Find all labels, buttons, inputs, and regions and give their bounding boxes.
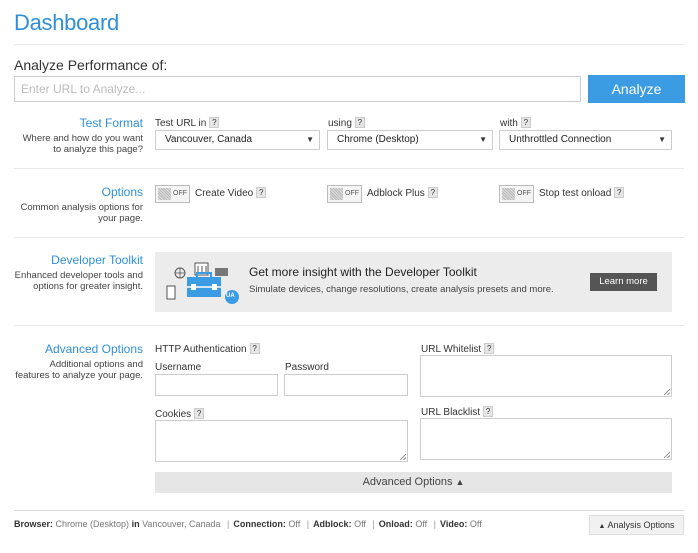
test-format-label: Test Format Where and how do you want to…: [14, 116, 143, 155]
section-divider: [14, 237, 684, 238]
analyze-label: Analyze Performance of:: [14, 57, 168, 73]
username-input[interactable]: [155, 374, 278, 396]
help-icon[interactable]: ?: [427, 187, 438, 198]
options-title: Options: [101, 185, 143, 199]
help-icon[interactable]: ?: [194, 408, 205, 419]
toolkit-subtext: Simulate devices, change resolutions, cr…: [249, 284, 554, 295]
adblock-label: Adblock Plus?: [367, 187, 438, 199]
ua-badge: UA: [226, 293, 235, 299]
footer-divider: [14, 510, 684, 511]
section-divider: [14, 168, 684, 169]
password-label: Password: [285, 362, 329, 373]
adblock-toggle[interactable]: OFF: [327, 185, 362, 203]
username-label: Username: [155, 362, 202, 373]
cookies-textarea[interactable]: [155, 420, 408, 462]
toggle-knob: [158, 188, 171, 200]
advanced-title: Advanced Options: [44, 342, 143, 356]
toolkit-label: Developer Toolkit Enhanced developer too…: [14, 253, 143, 292]
create-video-label: Create Video?: [195, 187, 267, 199]
toolkit-desc: Enhanced developer tools and options for…: [14, 270, 143, 292]
toolkit-illustration-icon: [166, 262, 239, 304]
password-input[interactable]: [284, 374, 408, 396]
toggle-knob: [330, 188, 343, 200]
url-blacklist-label: URL Blacklist?: [421, 406, 494, 418]
help-icon[interactable]: ?: [354, 117, 365, 128]
section-divider: [14, 325, 684, 326]
resize-grip-icon[interactable]: [664, 389, 670, 395]
create-video-toggle[interactable]: OFF: [155, 185, 190, 203]
advanced-desc: Additional options and features to analy…: [15, 359, 143, 381]
options-desc: Common analysis options for your page.: [20, 202, 144, 224]
url-input[interactable]: [14, 76, 581, 102]
location-select[interactable]: Vancouver, Canada ▼: [155, 130, 320, 150]
test-format-desc: Where and how do you want to analyze thi…: [22, 133, 143, 155]
help-icon[interactable]: ?: [484, 343, 495, 354]
toolkit-banner: UA Get more insight with the Developer T…: [155, 252, 672, 312]
analyze-button[interactable]: Analyze: [588, 75, 685, 103]
dropdown-caret-icon: ▼: [658, 135, 666, 144]
advanced-label: Advanced Options Additional options and …: [14, 342, 143, 381]
status-bar: Browser: Chrome (Desktop) in Vancouver, …: [14, 519, 482, 529]
dropdown-caret-icon: ▼: [306, 135, 314, 144]
toolkit-title: Developer Toolkit: [51, 253, 143, 267]
learn-more-button[interactable]: Learn more: [590, 273, 657, 291]
help-icon[interactable]: ?: [249, 343, 260, 354]
resize-grip-icon[interactable]: [664, 452, 670, 458]
header-divider: [14, 44, 684, 45]
stop-onload-toggle[interactable]: OFF: [499, 185, 534, 203]
help-icon[interactable]: ?: [483, 406, 494, 417]
stop-onload-label: Stop test onload?: [539, 187, 625, 199]
toolkit-heading: Get more insight with the Developer Tool…: [249, 265, 477, 279]
location-label: Test URL in?: [155, 117, 220, 129]
test-format-title: Test Format: [79, 116, 143, 130]
dropdown-caret-icon: ▼: [479, 135, 487, 144]
advanced-options-toggle[interactable]: Advanced Options ▲: [155, 472, 672, 493]
toggle-knob: [502, 188, 515, 200]
browser-label: using?: [328, 117, 365, 129]
connection-select[interactable]: Unthrottled Connection ▼: [499, 130, 672, 150]
url-blacklist-textarea[interactable]: [420, 418, 672, 460]
http-auth-label: HTTP Authentication?: [155, 343, 260, 355]
chevron-up-icon: ▲: [455, 477, 465, 487]
help-icon[interactable]: ?: [614, 187, 625, 198]
url-whitelist-textarea[interactable]: [420, 355, 672, 397]
cookies-label: Cookies?: [155, 408, 205, 420]
options-label: Options Common analysis options for your…: [14, 185, 144, 224]
resize-grip-icon[interactable]: [400, 454, 406, 460]
url-whitelist-label: URL Whitelist?: [421, 343, 495, 355]
analysis-options-button[interactable]: ▲ Analysis Options: [589, 515, 684, 535]
connection-label: with?: [500, 117, 531, 129]
help-icon[interactable]: ?: [209, 117, 220, 128]
help-icon[interactable]: ?: [256, 187, 267, 198]
help-icon[interactable]: ?: [520, 117, 531, 128]
page-title: Dashboard: [14, 10, 119, 35]
browser-select[interactable]: Chrome (Desktop) ▼: [327, 130, 493, 150]
chevron-up-icon: ▲: [598, 523, 606, 530]
